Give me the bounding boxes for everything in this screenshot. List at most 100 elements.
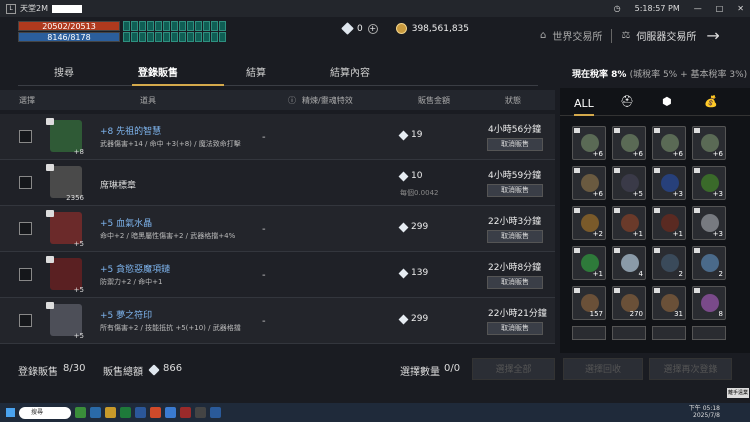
table-row[interactable]: +5 +5 貪慾惡魔項鏈 防禦力+2 / 命中+1 - 139 22小時8分鐘 取… <box>0 252 555 298</box>
away-mode-button[interactable]: 離手遠業 <box>727 388 749 398</box>
slot-count: +1 <box>592 270 603 278</box>
inventory-slot[interactable]: +1 <box>612 206 646 240</box>
app-icon[interactable] <box>75 407 86 418</box>
folder-icon[interactable] <box>105 407 116 418</box>
diamond-icon <box>398 171 409 181</box>
cancel-sale-button[interactable]: 取消販售 <box>487 322 543 335</box>
word-icon[interactable] <box>135 407 146 418</box>
excel-icon[interactable] <box>120 407 131 418</box>
inventory-slot[interactable]: +5 <box>612 166 646 200</box>
table-row[interactable]: +8 +8 先祖的智慧 武器傷害+14 / 命中 +3(+8) / 魔法致命打擊… <box>0 114 555 160</box>
close-button[interactable]: ✕ <box>737 4 744 13</box>
adena-icon <box>395 23 407 34</box>
row-checkbox[interactable] <box>19 268 32 281</box>
cancel-sale-button[interactable]: 取消販售 <box>487 138 543 151</box>
windows-start-icon[interactable] <box>6 408 15 417</box>
select-relist-button[interactable]: 選擇再次登錄 <box>649 358 732 380</box>
diamond-icon <box>398 222 409 232</box>
diamond-icon <box>398 314 409 324</box>
hp-bar: 20502/20513 <box>18 21 120 31</box>
inventory-slot[interactable]: +2 <box>572 206 606 240</box>
row-checkbox[interactable] <box>19 314 32 327</box>
money-icon[interactable]: 💰 <box>704 95 718 108</box>
tag-icon <box>614 248 620 253</box>
inventory-slot[interactable]: +6 <box>572 126 606 160</box>
select-recover-button[interactable]: 選擇回收 <box>563 358 643 380</box>
inventory-slot[interactable]: +6 <box>652 126 686 160</box>
app-icon[interactable] <box>90 407 101 418</box>
item-stats: 所有傷害+2 / 技能抵抗 +5(+10) / 武器格擋 <box>100 324 241 332</box>
slot-count: +2 <box>592 230 603 238</box>
slot-count: +5 <box>632 190 643 198</box>
tab-settlement[interactable]: 結算 <box>246 64 266 79</box>
server-exchange-link[interactable]: 伺服器交易所 <box>636 28 696 43</box>
world-exchange-link[interactable]: 世界交易所 <box>552 28 602 43</box>
inventory-tabs: ALL ⛑ ⬢ 💰 <box>560 88 750 116</box>
inventory-slot[interactable]: +6 <box>692 126 726 160</box>
inventory-slot[interactable]: +1 <box>572 246 606 280</box>
tax-rate: 現在稅率 8% (城稅率 5% + 基本稅率 3%) <box>572 67 747 80</box>
add-diamond-button[interactable]: + <box>367 23 378 34</box>
inventory-slot[interactable]: 8 <box>692 286 726 320</box>
info-icon[interactable]: ⓘ <box>288 95 296 106</box>
inventory-slot[interactable]: +3 <box>692 206 726 240</box>
inventory-slot[interactable]: +3 <box>692 166 726 200</box>
slot-count: +1 <box>632 230 643 238</box>
tab-search[interactable]: 搜尋 <box>54 64 74 79</box>
app-icon[interactable] <box>165 407 176 418</box>
tab-all[interactable]: ALL <box>574 97 594 116</box>
window-time: 5:18:57 PM <box>634 4 680 13</box>
helmet-icon[interactable]: ⛑ <box>620 95 634 108</box>
cancel-sale-button[interactable]: 取消販售 <box>487 276 543 289</box>
col-status: 狀態 <box>505 96 521 105</box>
tab-settlement-details[interactable]: 結算內容 <box>330 64 370 79</box>
inventory-slot[interactable]: +3 <box>652 166 686 200</box>
slot-count: 31 <box>674 310 683 318</box>
item-name: 席琳標章 <box>100 181 137 191</box>
inventory-slot[interactable]: +1 <box>652 206 686 240</box>
arrow-right-icon[interactable]: → <box>706 26 719 45</box>
row-checkbox[interactable] <box>19 222 32 235</box>
inventory-slot[interactable]: 31 <box>652 286 686 320</box>
select-all-button[interactable]: 選擇全部 <box>472 358 555 380</box>
diamond-icon <box>398 268 409 278</box>
app-icon[interactable] <box>210 407 221 418</box>
row-checkbox[interactable] <box>19 130 32 143</box>
active-tab-indicator <box>132 84 224 86</box>
tag-icon <box>614 128 620 133</box>
sale-price: 299 <box>398 314 428 324</box>
table-row[interactable]: +5 +5 夢之符印 所有傷害+2 / 技能抵抗 +5(+10) / 武器格擋 -… <box>0 298 555 344</box>
tab-register-sale[interactable]: 登錄販售 <box>138 64 178 79</box>
price-value: 139 <box>411 268 429 278</box>
title-bar: L 天堂2M ◷ 5:18:57 PM — □ ✕ <box>0 0 750 17</box>
inventory-slot[interactable]: +6 <box>572 166 606 200</box>
inventory-slot[interactable]: 4 <box>612 246 646 280</box>
app-icon[interactable] <box>180 407 191 418</box>
taskbar-search-input[interactable]: 搜尋 <box>19 406 71 419</box>
inventory-slot[interactable]: 2 <box>692 246 726 280</box>
table-row[interactable]: 2356 席琳標章 10 每個0.0042 4小時59分鐘 取消販售 <box>0 160 555 206</box>
app-icon[interactable] <box>195 407 206 418</box>
tag-icon <box>614 168 620 173</box>
tag-icon <box>574 288 580 293</box>
row-checkbox[interactable] <box>19 176 32 189</box>
inventory-slot[interactable]: 2 <box>652 246 686 280</box>
col-refine: 精煉/靈魂特效 <box>302 96 353 105</box>
inventory-slot[interactable]: 157 <box>572 286 606 320</box>
cancel-sale-button[interactable]: 取消販售 <box>487 184 543 197</box>
remaining-time: 22小時8分鐘 <box>488 263 542 273</box>
slot-count: +6 <box>592 190 603 198</box>
cancel-sale-button[interactable]: 取消販售 <box>487 230 543 243</box>
chrome-icon[interactable] <box>150 407 161 418</box>
slot-count: 270 <box>629 310 643 318</box>
inventory-slot[interactable]: +6 <box>612 126 646 160</box>
minimize-button[interactable]: — <box>694 4 702 13</box>
box-icon[interactable]: ⬢ <box>662 95 672 108</box>
slot-count: 2 <box>718 270 723 278</box>
inventory-slot[interactable]: 270 <box>612 286 646 320</box>
table-row[interactable]: +5 +5 血氣水晶 命中+2 / 暗黑屬性傷害+2 / 武器格擋+4% - 29… <box>0 206 555 252</box>
price-value: 19 <box>411 130 423 140</box>
item-qty: +5 <box>73 286 84 294</box>
window-title: 天堂2M <box>20 4 48 13</box>
maximize-button[interactable]: □ <box>716 4 724 13</box>
